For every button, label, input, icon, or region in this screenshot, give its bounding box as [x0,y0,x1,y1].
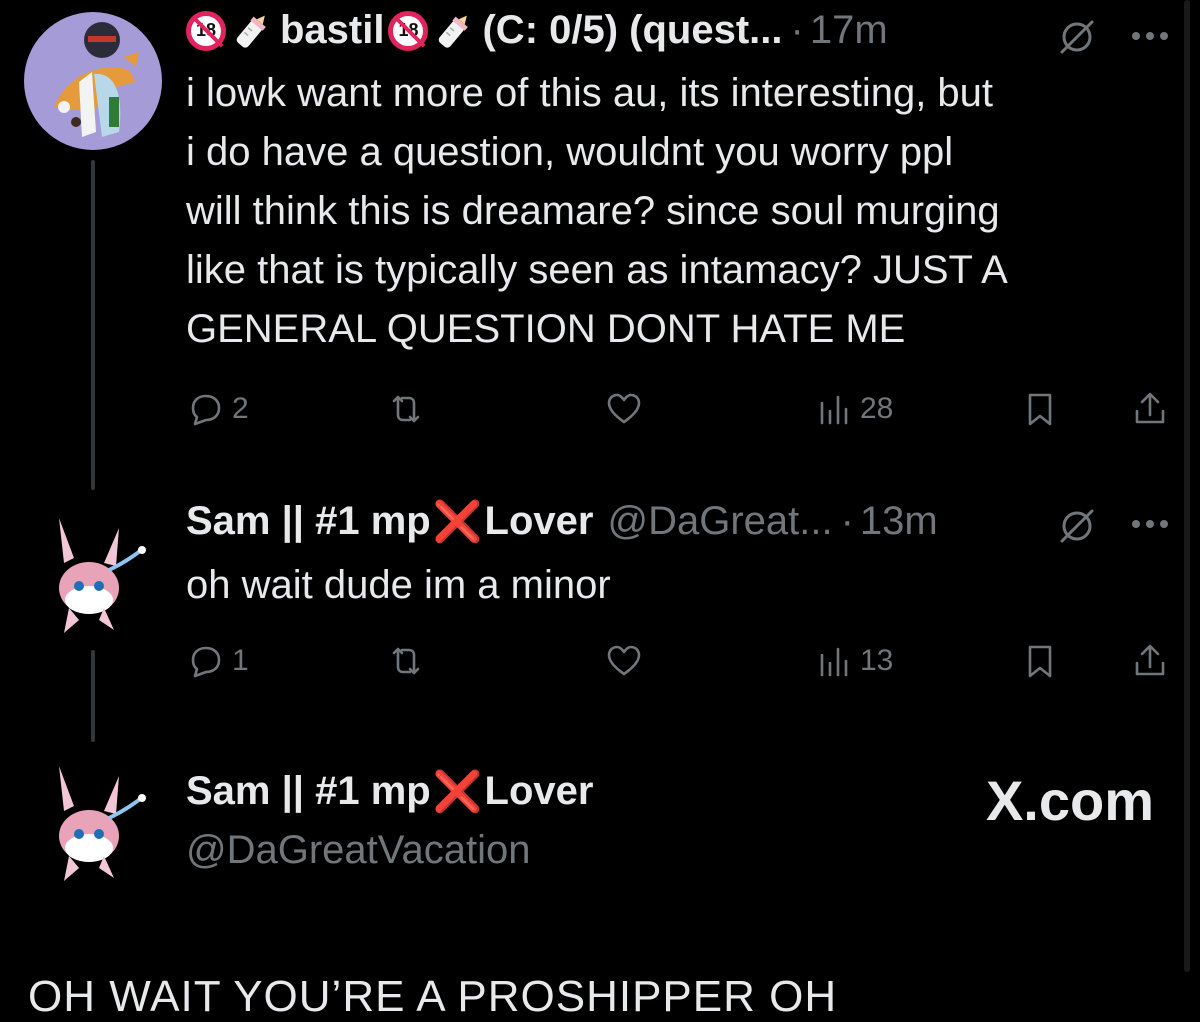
grok-icon[interactable] [1056,505,1098,547]
reply-icon [191,646,221,678]
tweet-1-time[interactable]: 17m [810,8,888,53]
tweet-2-handle[interactable]: @DaGreat... [607,499,832,544]
retweet-button[interactable] [386,636,426,686]
profile-name-suffix[interactable]: Lover [485,769,594,814]
thread-line [91,160,95,490]
no-under-18-icon: 18 [186,10,226,51]
baby-bottle-icon [236,15,266,48]
retweet-button[interactable] [386,384,426,434]
more-options-icon[interactable] [1130,518,1170,530]
avatar-sam-footer[interactable] [24,756,162,894]
bookmark-button[interactable] [1020,636,1060,686]
reply-count: 1 [232,644,249,677]
grok-icon[interactable] [1056,16,1098,58]
tweet-1-text: i lowk want more of this au, its interes… [186,71,1008,351]
profile-handle[interactable]: @DaGreatVacation [186,828,530,873]
heart-icon [607,645,641,676]
tweet-2-header: Sam || #1 mp ❌ Lover @DaGreat... · 13m [186,498,938,545]
like-button[interactable] [604,636,644,686]
profile-handle-row: @DaGreatVacation [186,828,530,873]
baby-bottle-icon [439,15,469,48]
tweet-1-author-name[interactable]: bastil [280,8,384,53]
reply-button[interactable]: 2 [186,384,249,434]
cross-mark-icon: ❌ [432,500,483,544]
bookmark-button[interactable] [1020,384,1060,434]
avatar-art [59,518,146,633]
reply-button[interactable]: 1 [186,636,249,686]
avatar-art [59,766,146,881]
tweet-2-time[interactable]: 13m [860,499,938,544]
separator-dot: · [840,499,854,543]
views-icon [820,647,848,677]
heart-icon [607,393,641,424]
separator-dot: · [790,8,804,52]
share-icon [1135,392,1165,424]
profile-name[interactable]: Sam || #1 mp [186,769,431,814]
views-button[interactable]: 13 [814,636,893,686]
retweet-icon [392,395,420,423]
bookmark-icon [1028,393,1052,426]
avatar-sam[interactable] [24,508,162,646]
meme-caption: OH WAIT YOU’RE A PROSHIPPER OH [28,972,838,1021]
reply-icon [191,394,221,426]
views-button[interactable]: 28 [814,384,893,434]
views-icon [820,395,848,425]
tweet-1-header: 18 bastil 18 (C: 0/5) (quest... · 17m [186,8,888,53]
tweet-2-author-name-suffix[interactable]: Lover [485,499,594,544]
tweet-2-text: oh wait dude im a minor [186,563,611,607]
thread-line [91,650,95,742]
share-icon [1135,644,1165,676]
share-button[interactable] [1130,636,1170,686]
avatar-bastil[interactable] [24,12,162,150]
x-com-watermark: X.com [985,769,1154,832]
avatar-art [24,12,162,150]
profile-name-row: Sam || #1 mp ❌ Lover [186,768,593,815]
retweet-icon [392,647,420,675]
like-button[interactable] [604,384,644,434]
view-count: 28 [860,392,894,425]
bookmark-icon [1028,645,1052,678]
scrollbar[interactable] [1184,0,1190,972]
view-count: 13 [860,644,894,677]
tweet-2-author-name[interactable]: Sam || #1 mp [186,499,431,544]
tweet-2-actions: 1 13 [186,636,1176,686]
tweet-1-author-name-suffix[interactable]: (C: 0/5) (quest... [482,8,782,53]
cross-mark-icon: ❌ [432,770,483,814]
tweet-1-actions: 2 28 [186,384,1176,434]
more-options-icon[interactable] [1130,30,1170,42]
reply-count: 2 [232,392,249,425]
no-under-18-icon: 18 [388,10,429,51]
share-button[interactable] [1130,384,1170,434]
